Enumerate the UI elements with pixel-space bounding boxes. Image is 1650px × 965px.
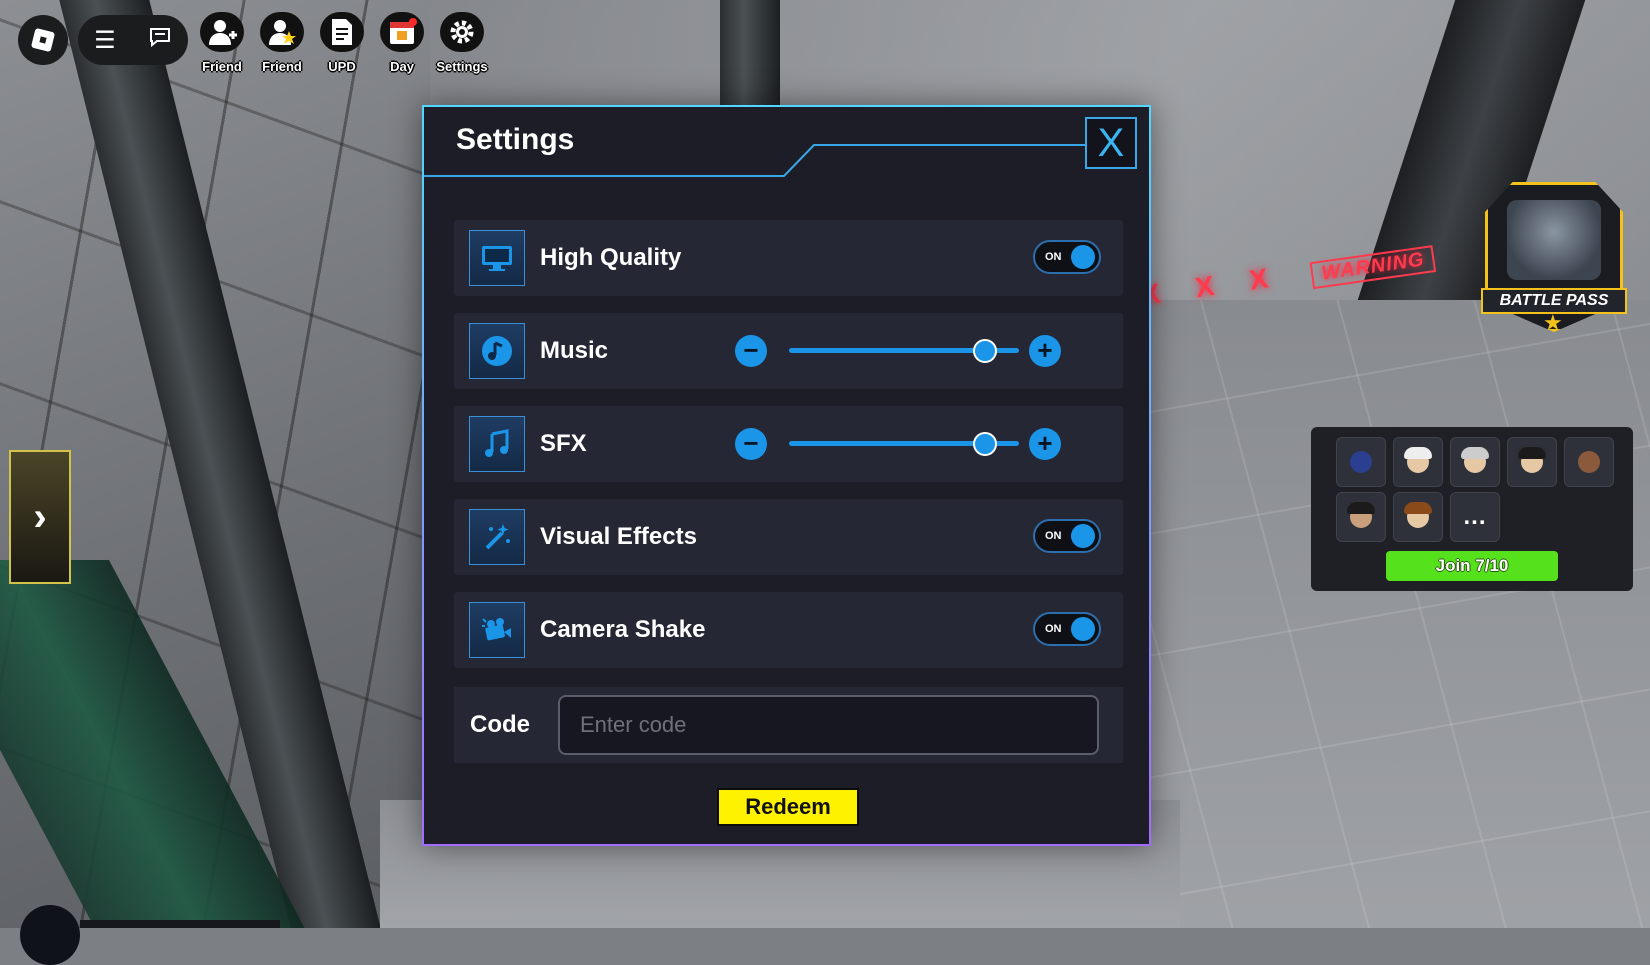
toggle-knob	[1071, 617, 1095, 641]
camera-shake-toggle[interactable]: ON	[1033, 612, 1101, 646]
setting-label-sfx: SFX	[540, 430, 587, 457]
code-row: Code	[454, 687, 1123, 763]
top-hud-bar: ☰ Friend Friend UPD Day Settings	[18, 12, 488, 74]
chat-icon[interactable]	[148, 25, 172, 56]
sfx-decrease-button[interactable]: −	[735, 428, 767, 460]
more-players-button[interactable]: ...	[1450, 492, 1500, 542]
code-input[interactable]	[558, 695, 1099, 755]
setting-label-visual-effects: Visual Effects	[540, 523, 697, 550]
hamburger-menu-icon[interactable]: ☰	[94, 26, 116, 55]
setting-row-high-quality: High Quality ON	[454, 220, 1123, 296]
setting-row-visual-effects: Visual Effects ON	[454, 499, 1123, 575]
setting-label-camera-shake: Camera Shake	[540, 616, 706, 643]
star-icon: ★	[1543, 310, 1563, 335]
add-friend-button[interactable]: Friend	[196, 12, 248, 74]
redeem-button[interactable]: Redeem	[717, 788, 859, 826]
music-note-icon	[469, 323, 525, 379]
setting-label-music: Music	[540, 337, 609, 364]
sfx-increase-button[interactable]: +	[1029, 428, 1061, 460]
music-increase-button[interactable]: +	[1029, 335, 1061, 367]
tiled-floor	[1100, 300, 1650, 928]
setting-row-camera-shake: Camera Shake ON	[454, 592, 1123, 668]
code-label: Code	[470, 711, 530, 738]
player-avatar[interactable]	[1450, 437, 1500, 487]
settings-header: Settings X	[424, 107, 1149, 177]
friend-star-icon	[260, 12, 304, 52]
daily-reward-button[interactable]: Day	[376, 12, 428, 74]
bottom-left-avatar	[20, 905, 80, 965]
toggle-knob	[1071, 245, 1095, 269]
visual-effects-toggle[interactable]: ON	[1033, 519, 1101, 553]
daily-calendar-icon	[380, 12, 424, 52]
battle-pass-button[interactable]: BATTLE PASS ★	[1481, 182, 1627, 335]
friend-reward-label: Friend	[262, 59, 302, 74]
update-notes-icon	[320, 12, 364, 52]
roblox-logo-icon	[30, 27, 56, 53]
player-avatar[interactable]	[1336, 437, 1386, 487]
roblox-menu-button[interactable]	[18, 15, 68, 65]
setting-row-music: Music − +	[454, 313, 1123, 389]
server-players-panel: ... Join 7/10	[1311, 427, 1633, 591]
sfx-notes-icon	[469, 416, 525, 472]
settings-hud-label: Settings	[436, 59, 488, 74]
update-notes-label: UPD	[328, 59, 356, 74]
mech-robot-icon	[1507, 200, 1601, 280]
sfx-slider-track[interactable]	[789, 432, 1019, 456]
chevron-right-icon: ›	[33, 494, 47, 539]
toggle-state-text: ON	[1045, 251, 1062, 263]
player-avatar[interactable]	[1564, 437, 1614, 487]
side-expand-button[interactable]: ›	[9, 450, 71, 584]
close-icon: X	[1097, 120, 1125, 165]
menu-pill: ☰	[78, 15, 188, 65]
player-avatar[interactable]	[1393, 492, 1443, 542]
player-avatar[interactable]	[1393, 437, 1443, 487]
close-button[interactable]: X	[1085, 117, 1137, 169]
settings-panel: Settings X High Quality ON Music − + SFX	[422, 105, 1151, 846]
gear-icon	[440, 12, 484, 52]
sfx-slider-thumb[interactable]	[972, 432, 997, 456]
setting-label-high-quality: High Quality	[540, 244, 682, 271]
toggle-state-text: ON	[1045, 530, 1062, 542]
music-decrease-button[interactable]: −	[735, 335, 767, 367]
player-avatar[interactable]	[1507, 437, 1557, 487]
toggle-knob	[1071, 524, 1095, 548]
settings-title: Settings	[456, 123, 575, 156]
music-slider-thumb[interactable]	[972, 339, 997, 363]
bottom-status-bar	[80, 920, 280, 928]
settings-hud-button[interactable]: Settings	[436, 12, 488, 74]
more-icon: ...	[1463, 503, 1487, 530]
setting-row-sfx: SFX − +	[454, 406, 1123, 482]
add-friend-label: Friend	[202, 59, 242, 74]
toggle-state-text: ON	[1045, 623, 1062, 635]
friend-reward-button[interactable]: Friend	[256, 12, 308, 74]
high-quality-toggle[interactable]: ON	[1033, 240, 1101, 274]
camera-shake-icon	[469, 602, 525, 658]
join-server-button[interactable]: Join 7/10	[1386, 551, 1558, 581]
add-friend-icon	[200, 12, 244, 52]
magic-wand-icon	[469, 509, 525, 565]
music-slider-track[interactable]	[789, 339, 1019, 363]
daily-reward-label: Day	[390, 59, 414, 74]
pillar	[720, 0, 780, 110]
monitor-icon	[469, 230, 525, 286]
update-notes-button[interactable]: UPD	[316, 12, 368, 74]
player-avatar[interactable]	[1336, 492, 1386, 542]
